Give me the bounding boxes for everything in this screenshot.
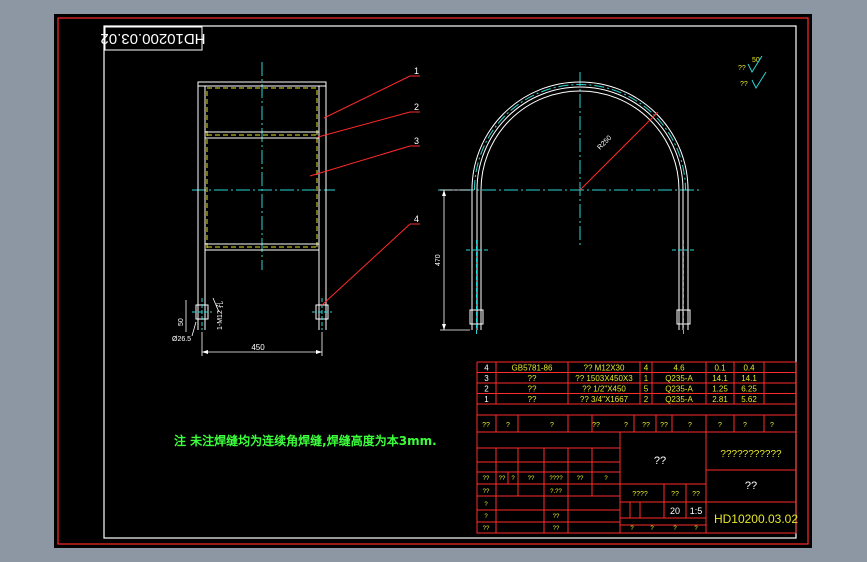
bom-cell: 4 (484, 364, 489, 373)
bom-cell: ?? (528, 395, 537, 404)
balloon-2: 2 (414, 102, 419, 112)
bom-cell: 5 (644, 385, 649, 394)
bom-cell: ?? M12X30 (584, 364, 625, 373)
rev-label-1: ?? (483, 476, 490, 482)
cad-drawing-viewport[interactable]: HD10200.03.02 450 50 Ø26.5 1-M12 孔 1 2 3… (0, 0, 867, 562)
bom-header-cell: ? (624, 422, 628, 429)
bom-header-cell: ? (506, 422, 510, 429)
bom-cell: Q235-A (665, 395, 693, 404)
rev-label-2: ?? (499, 476, 506, 482)
bom-cell: 2.81 (712, 395, 728, 404)
rev-label-6: ?? (577, 476, 584, 482)
pipe-note: 1-M12 孔 (216, 301, 224, 330)
rotated-drawing-number-box: HD10200.03.02 (100, 26, 206, 51)
bom-header-cell: ? (550, 422, 554, 429)
bom-cell: 14.1 (741, 374, 757, 383)
bom-cell: ?? 3/4"X1667 (580, 395, 629, 404)
drawing-paper (54, 14, 812, 548)
bom-cell: ?? 1503X450X3 (575, 374, 633, 383)
balloon-1: 1 (414, 66, 419, 76)
bom-header-cell: ?? (592, 422, 600, 429)
width-dim: 450 (251, 343, 265, 352)
drawing-number-rotated: HD10200.03.02 (100, 30, 205, 47)
bom-header-cell: ?? (482, 422, 490, 429)
bom-cell: 2 (484, 385, 489, 394)
weight-value: 20 (670, 506, 680, 516)
height-dim: 470 (435, 254, 442, 266)
balloon-3: 3 (414, 136, 419, 146)
bom-cell: 1 (484, 395, 489, 404)
bom-cell: ?? (528, 374, 537, 383)
general-note: 注 未注焊缝均为连续角焊缝,焊缝高度为本3mm. (174, 433, 437, 448)
bom-header-cell: ?? (642, 422, 650, 429)
bom-cell: 1 (644, 374, 649, 383)
hole-dim: Ø26.5 (172, 336, 191, 343)
drawing-number: HD10200.03.02 (714, 512, 798, 526)
weight-label: ?? (671, 491, 679, 498)
roughness-code-1: ?? (738, 65, 746, 72)
bom-header-cell: ?? (660, 422, 668, 429)
bom-cell: 4 (644, 364, 649, 373)
review-label: ?.?? (550, 489, 562, 495)
bom-cell: 0.4 (743, 364, 755, 373)
bom-header-cell: ? (770, 422, 774, 429)
rev-label-4: ?? (528, 476, 535, 482)
bom-cell: GB5781-86 (512, 364, 553, 373)
company-name: ?? (745, 480, 757, 492)
bom-cell: 3 (484, 374, 489, 383)
bom-cell: ?? (528, 385, 537, 394)
bom-cell: 6.25 (741, 385, 757, 394)
bom-cell: 14.1 (712, 374, 728, 383)
bom-cell: 4.6 (673, 364, 685, 373)
small-dim: 50 (178, 318, 185, 326)
bom-cell: Q235-A (665, 385, 693, 394)
stage-label: ???? (632, 491, 648, 498)
bom-header-cell: ? (718, 422, 722, 429)
scale-value: 1:5 (690, 506, 703, 516)
row-label-4: ?? (483, 526, 490, 532)
balloon-4: 4 (414, 214, 419, 224)
row-label-1: ?? (483, 489, 490, 495)
bom-cell: 5.62 (741, 395, 757, 404)
bom-cell: 2 (644, 395, 649, 404)
row-label-5: ?? (553, 526, 560, 532)
bom-cell: 1.25 (712, 385, 728, 394)
roughness-code-2: ?? (740, 81, 748, 88)
rev-label-5: ???? (549, 476, 563, 482)
bom-cell: 0.1 (714, 364, 726, 373)
row-label-6: ?? (553, 514, 560, 520)
part-name: ??????????? (720, 449, 782, 460)
bom-header-cell: ? (688, 422, 692, 429)
bom-header-cell: ? (743, 422, 747, 429)
material-label: ?? (654, 455, 666, 467)
bom-cell: ?? 1/2"X450 (582, 385, 626, 394)
scale-label: ?? (692, 491, 700, 498)
bom-cell: Q235-A (665, 374, 693, 383)
